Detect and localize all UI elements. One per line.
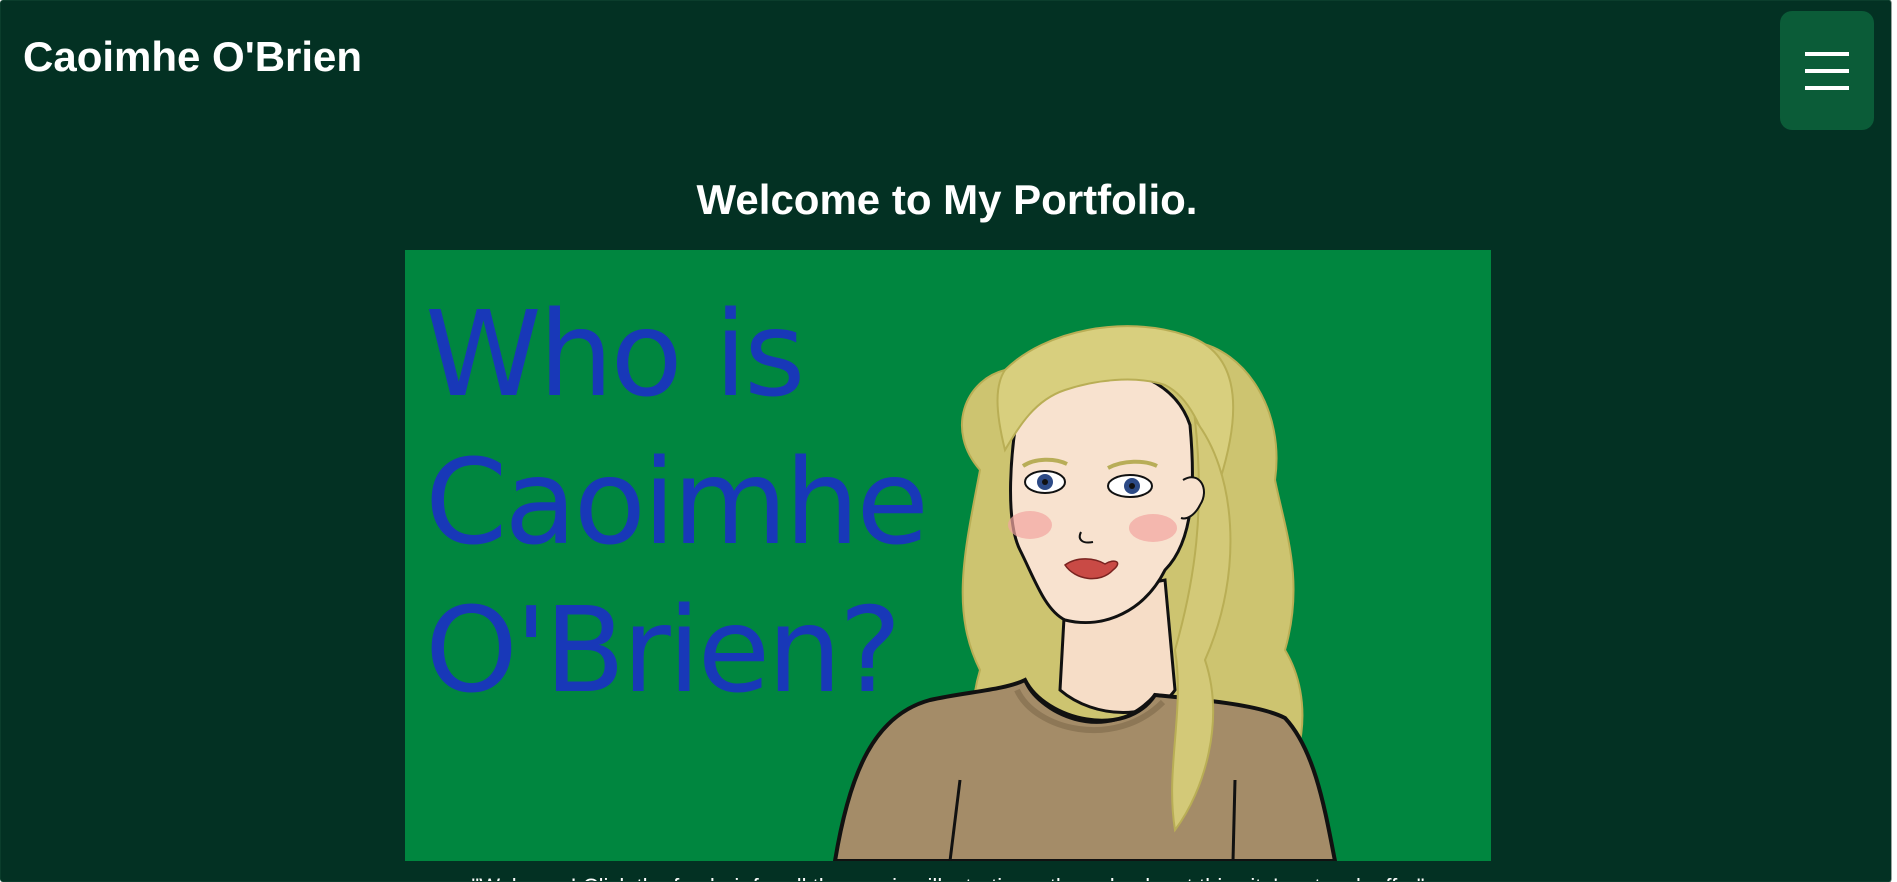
hero-question-text: Who is Caoimhe O'Brien? (425, 285, 929, 719)
welcome-heading: Welcome to My Portfolio. (696, 176, 1198, 223)
portfolio-page: Caoimhe O'Brien Welcome to My Portfolio. (0, 0, 1892, 882)
site-title[interactable]: Caoimhe O'Brien (23, 31, 362, 83)
scrollbar[interactable] (1892, 0, 1897, 882)
menu-button[interactable] (1780, 11, 1874, 130)
hero-banner[interactable]: Who is Caoimhe O'Brien? (405, 250, 1491, 861)
hero-caption: "Welcome! Click the fun hair for all the… (405, 874, 1491, 881)
hamburger-menu-icon (1805, 51, 1849, 90)
